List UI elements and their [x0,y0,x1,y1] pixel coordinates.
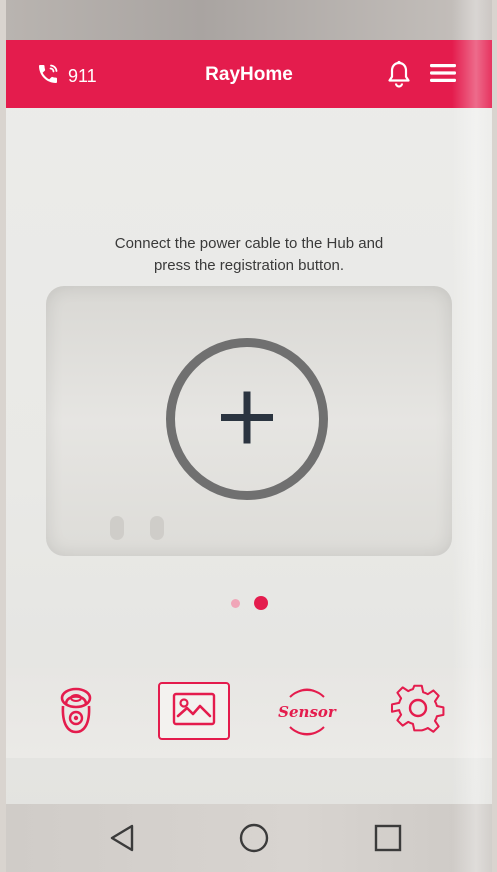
register-hub-button[interactable] [166,338,328,500]
back-icon [108,823,136,858]
page-indicator [231,596,268,610]
hub-slot [150,516,164,540]
menu-icon[interactable] [430,62,456,89]
phone-screen: 911 RayHome Connect the power cable to t… [6,0,492,872]
instruction-text: Connect the power cable to the Hub and p… [46,233,452,277]
page-dot-active[interactable] [254,596,268,610]
gear-icon [390,682,446,743]
instruction-line-2: press the registration button. [153,257,345,274]
bell-icon[interactable] [386,60,412,93]
status-bar [6,0,492,40]
tab-camera[interactable] [40,682,112,742]
tab-sensor[interactable]: Sensor [268,682,346,742]
gallery-icon [172,692,216,731]
tab-gallery[interactable] [158,682,230,740]
home-button[interactable] [234,820,274,860]
page-dot[interactable] [231,598,240,608]
app-title: RayHome [205,64,293,85]
back-button[interactable] [102,820,142,860]
recent-apps-icon [373,823,403,858]
camera-icon [56,684,96,741]
system-nav-bar [6,804,492,872]
home-icon [238,822,270,859]
hub-slot [110,516,124,540]
bottom-tab-bar: Sensor [6,668,492,758]
hub-device-image [46,286,452,556]
tab-settings[interactable] [382,682,454,742]
app-bar: 911 RayHome [6,40,492,108]
sensor-icon: Sensor [268,687,346,737]
plus-icon [215,386,279,453]
instruction-line-1: Connect the power cable to the Hub and [114,235,384,252]
sensor-label: Sensor [278,703,336,721]
recent-apps-button[interactable] [368,820,408,860]
hub-registration-panel: Connect the power cable to the Hub and p… [6,108,492,668]
